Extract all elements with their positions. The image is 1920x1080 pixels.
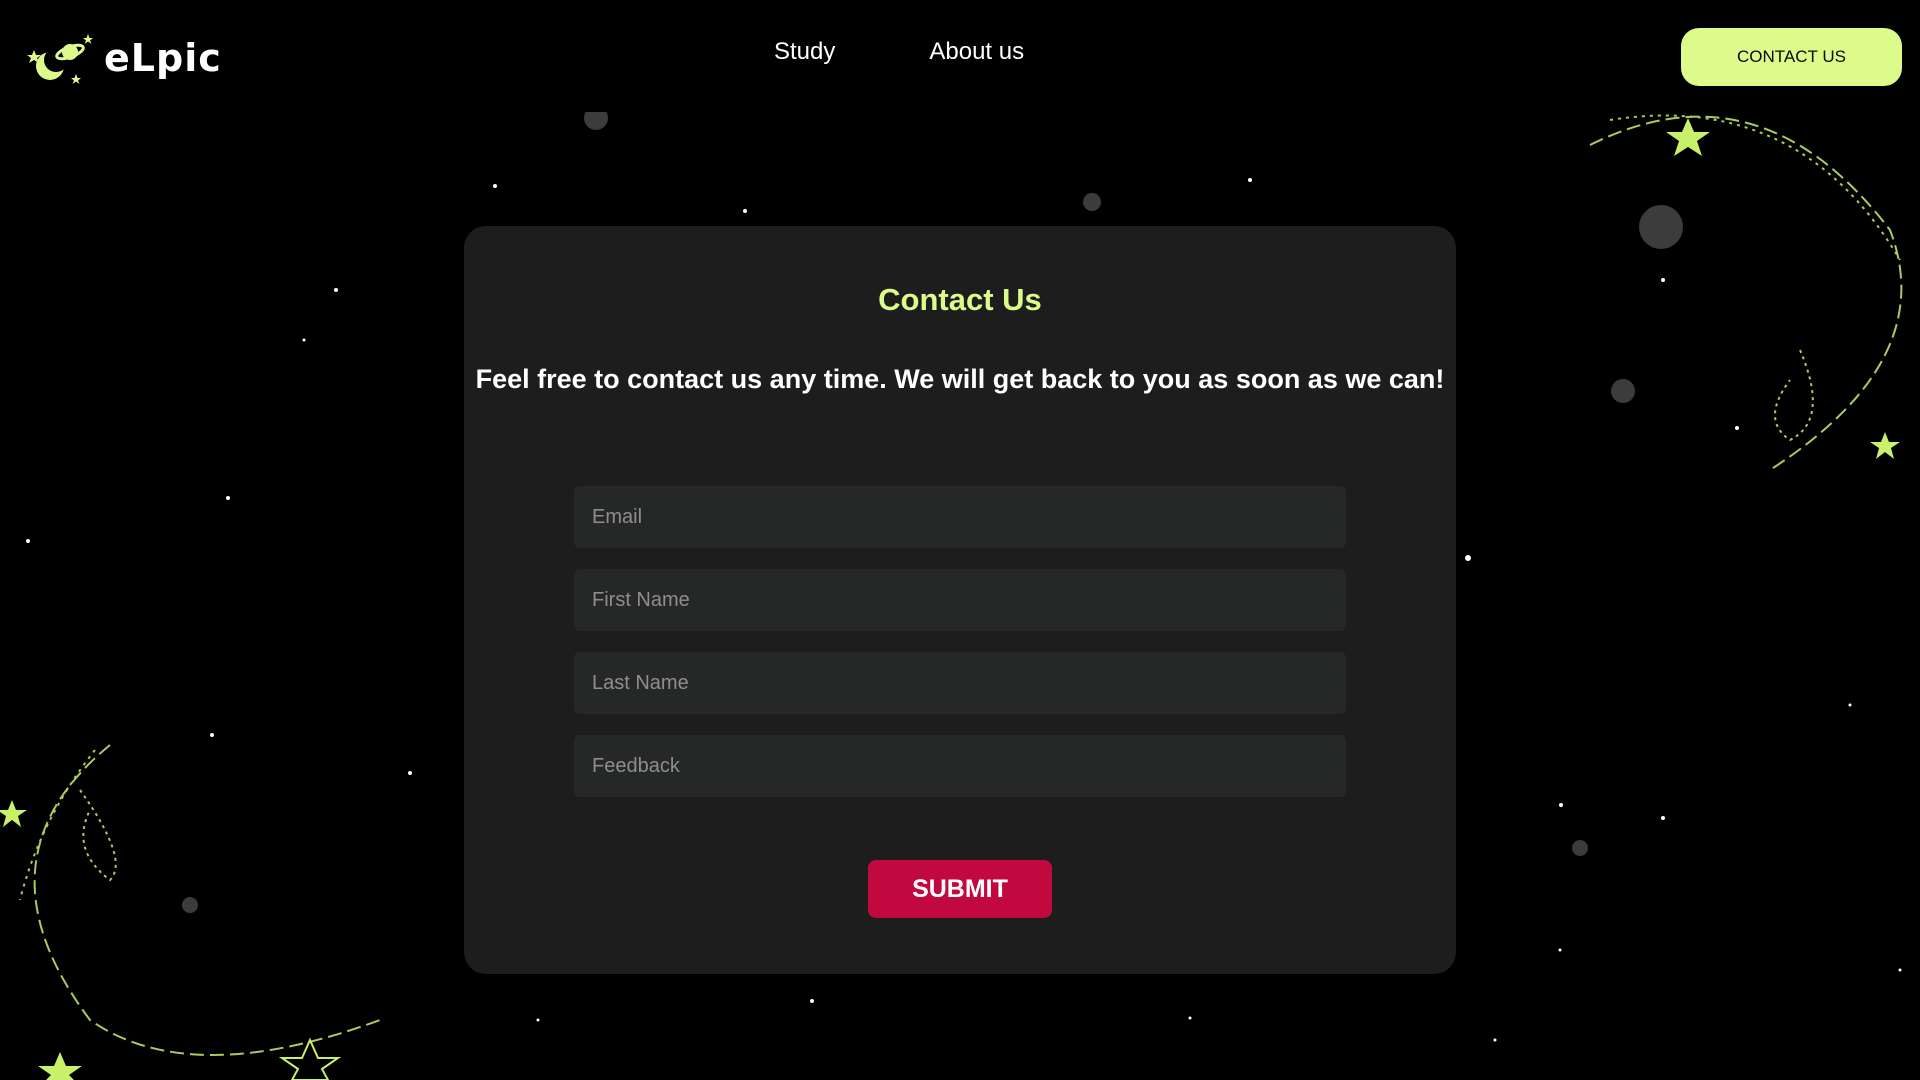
moon-planet-icon [27, 34, 93, 84]
submit-button[interactable]: SUBMIT [868, 860, 1052, 918]
feedback-field[interactable] [574, 735, 1346, 797]
last-name-field[interactable] [574, 652, 1346, 714]
contact-card: Contact Us Feel free to contact us any t… [464, 226, 1456, 974]
header-contact-button[interactable]: CONTACT US [1681, 28, 1902, 86]
brand-name: eLpic [104, 36, 222, 80]
brand-logo[interactable]: eLpic [26, 30, 222, 86]
contact-title: Contact Us [878, 282, 1042, 317]
main-nav: Study About us [774, 38, 1024, 66]
nav-link-about-us[interactable]: About us [929, 38, 1024, 66]
site-header: eLpic Study About us CONTACT US [0, 0, 1920, 112]
contact-subtitle: Feel free to contact us any time. We wil… [475, 364, 1445, 394]
page: eLpic Study About us CONTACT US Contact … [0, 0, 1920, 1080]
first-name-field[interactable] [574, 569, 1346, 631]
email-field[interactable] [574, 486, 1346, 548]
nav-link-study[interactable]: Study [774, 38, 835, 66]
